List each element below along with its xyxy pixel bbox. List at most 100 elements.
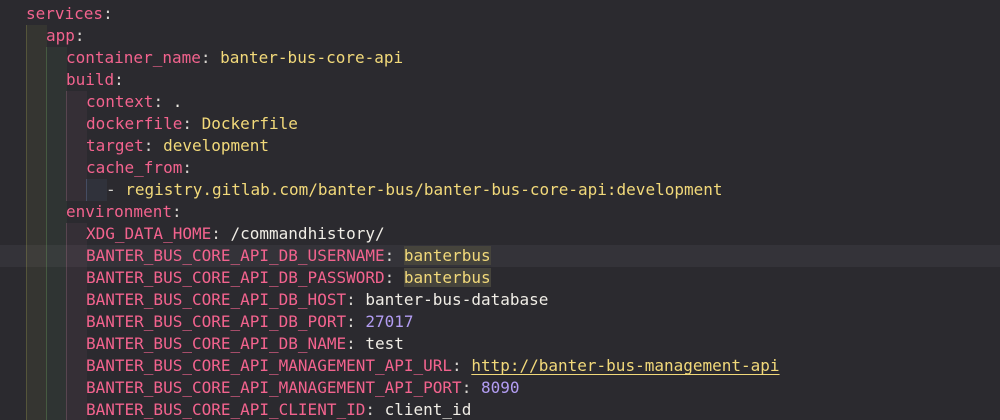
yaml-value: 8090 [480, 378, 520, 397]
yaml-value: registry.gitlab.com/banter-bus/banter-bu… [125, 180, 723, 199]
yaml-colon: : [200, 48, 221, 67]
yaml-colon: : [103, 4, 113, 23]
yaml-value: /commandhistory/ [230, 224, 385, 243]
indent-guide [26, 223, 47, 245]
url-link[interactable]: http://banter-bus-management-api [471, 356, 779, 375]
indent-guide [46, 377, 67, 399]
indent-guide [66, 179, 87, 201]
yaml-colon: : [452, 356, 472, 375]
indent-guide [46, 157, 67, 179]
yaml-colon: : [74, 26, 85, 45]
indent-guide [66, 223, 87, 245]
indent-guide [26, 157, 47, 179]
yaml-colon: : [384, 268, 404, 287]
indent-guide [66, 267, 87, 289]
indent-guide [66, 399, 87, 420]
yaml-key: app [46, 26, 75, 45]
indent-guide [66, 355, 87, 377]
indent-guide [66, 311, 87, 333]
indent-guide [66, 135, 87, 157]
code-line[interactable]: context: . [0, 91, 1000, 113]
code-line[interactable]: BANTER_BUS_CORE_API_MANAGEMENT_API_URL: … [0, 355, 1000, 377]
yaml-colon: : [153, 92, 173, 111]
yaml-colon: : [143, 136, 164, 155]
list-dash: - [106, 180, 126, 199]
indent-guide [26, 289, 47, 311]
code-line[interactable]: XDG_DATA_HOME: /commandhistory/ [0, 223, 1000, 245]
yaml-key: context [86, 92, 154, 111]
yaml-value: 27017 [365, 312, 414, 331]
indent-guide [46, 201, 67, 223]
code-line[interactable]: - registry.gitlab.com/banter-bus/banter-… [0, 179, 1000, 201]
code-line[interactable]: target: development [0, 135, 1000, 157]
indent-guide [46, 355, 67, 377]
yaml-colon: : [182, 114, 202, 133]
indent-guide [66, 91, 87, 113]
indent-guide [86, 179, 107, 201]
code-editor[interactable]: services: app: container_name: banter-bu… [0, 0, 1000, 420]
yaml-key: BANTER_BUS_CORE_API_DB_PORT [86, 312, 347, 331]
yaml-key: XDG_DATA_HOME [86, 224, 212, 243]
yaml-colon: : [346, 290, 366, 309]
yaml-value: test [365, 334, 404, 353]
yaml-colon: : [171, 202, 182, 221]
yaml-key: BANTER_BUS_CORE_API_DB_NAME [86, 334, 347, 353]
code-line[interactable]: environment: [0, 201, 1000, 223]
code-line[interactable]: dockerfile: Dockerfile [0, 113, 1000, 135]
yaml-key: BANTER_BUS_CORE_API_MANAGEMENT_API_PORT [86, 378, 462, 397]
code-line[interactable]: BANTER_BUS_CORE_API_MANAGEMENT_API_PORT:… [0, 377, 1000, 399]
code-line[interactable]: container_name: banter-bus-core-api [0, 47, 1000, 69]
indent-guide [26, 377, 47, 399]
yaml-value: . [172, 92, 183, 111]
indent-guide [26, 355, 47, 377]
yaml-value: client_id [384, 400, 472, 419]
indent-guide [66, 157, 87, 179]
indent-guide [66, 333, 87, 355]
indent-guide [26, 245, 47, 267]
code-line[interactable]: BANTER_BUS_CORE_API_DB_NAME: test [0, 333, 1000, 355]
indent-guide [66, 377, 87, 399]
code-line[interactable]: build: [0, 69, 1000, 91]
indent-guide [26, 69, 47, 91]
indent-guide [26, 201, 47, 223]
yaml-value: banter-bus-database [365, 290, 549, 309]
code-line[interactable]: BANTER_BUS_CORE_API_CLIENT_ID: client_id [0, 399, 1000, 420]
indent-guide [66, 245, 87, 267]
indent-guide [46, 135, 67, 157]
indent-guide [46, 91, 67, 113]
indent-guide [66, 289, 87, 311]
indent-guide [46, 179, 67, 201]
yaml-value: development [163, 136, 270, 155]
yaml-colon: : [346, 312, 366, 331]
yaml-key: dockerfile [86, 114, 183, 133]
indent-guide [46, 311, 67, 333]
code-line-current[interactable]: BANTER_BUS_CORE_API_DB_USERNAME: banterb… [0, 245, 1000, 267]
indent-guide [46, 69, 67, 91]
yaml-colon: : [182, 158, 192, 177]
yaml-key: BANTER_BUS_CORE_API_MANAGEMENT_API_URL [86, 356, 453, 375]
indent-guide [26, 91, 47, 113]
code-line[interactable]: services: [0, 3, 1000, 25]
code-line[interactable]: BANTER_BUS_CORE_API_DB_HOST: banter-bus-… [0, 289, 1000, 311]
code-line[interactable]: BANTER_BUS_CORE_API_DB_PASSWORD: banterb… [0, 267, 1000, 289]
yaml-key: container_name [66, 48, 201, 67]
code-line[interactable]: BANTER_BUS_CORE_API_DB_PORT: 27017 [0, 311, 1000, 333]
code-line[interactable]: app: [0, 25, 1000, 47]
indent-guide [26, 333, 47, 355]
yaml-value-highlighted: banterbus [403, 268, 491, 287]
yaml-colon: : [346, 334, 366, 353]
indent-guide [26, 311, 47, 333]
indent-guide [46, 399, 67, 420]
indent-guide [46, 47, 67, 69]
yaml-value-highlighted: banterbus [403, 246, 491, 265]
code-line[interactable]: cache_from: [0, 157, 1000, 179]
indent-guide [46, 245, 67, 267]
indent-guide [66, 113, 87, 135]
yaml-key: BANTER_BUS_CORE_API_CLIENT_ID [86, 400, 366, 419]
indent-guide [26, 135, 47, 157]
indent-guide [46, 113, 67, 135]
yaml-key: services [26, 4, 104, 23]
yaml-value: Dockerfile [201, 114, 298, 133]
yaml-value: banter-bus-core-api [220, 48, 404, 67]
yaml-key: BANTER_BUS_CORE_API_DB_HOST [86, 290, 347, 309]
